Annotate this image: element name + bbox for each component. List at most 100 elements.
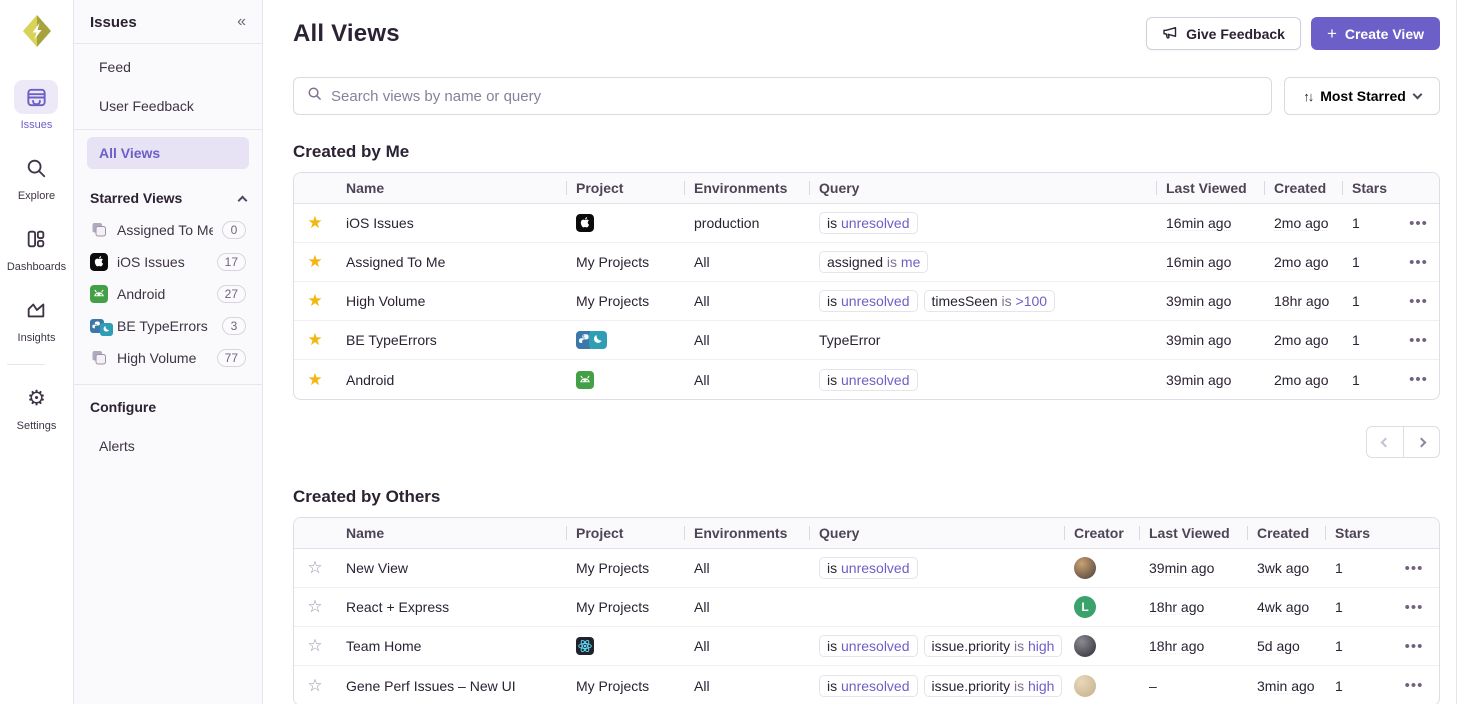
row-actions-menu-button[interactable]: ••• (1396, 371, 1440, 388)
table-row[interactable]: ☆Team HomeAllis unresolvedissue.priority… (294, 627, 1439, 666)
name-cell: iOS Issues (336, 215, 566, 231)
name-cell: BE TypeErrors (336, 332, 566, 348)
star-toggle[interactable]: ☆ (307, 636, 322, 656)
rail-item-settings[interactable]: ⚙Settings (7, 381, 66, 432)
next-page-button[interactable] (1403, 426, 1440, 458)
issues-icon (14, 80, 58, 114)
project-cell (566, 331, 684, 349)
star-toggle[interactable]: ★ (307, 330, 322, 350)
rail-item-explore[interactable]: Explore (7, 151, 66, 202)
create-view-button[interactable]: + Create View (1311, 17, 1440, 50)
starred-view-item[interactable]: iOS Issues17 (87, 246, 249, 278)
row-actions-menu-button[interactable]: ••• (1396, 254, 1440, 271)
view-name-link[interactable]: React + Express (346, 599, 449, 615)
column-header: Name (336, 525, 566, 541)
query-pill: assigned is me (819, 251, 928, 273)
starred-views-header[interactable]: Starred Views (87, 176, 249, 214)
starred-view-item[interactable]: Assigned To Me0 (87, 214, 249, 246)
star-toggle[interactable]: ★ (307, 252, 322, 272)
query-pill: is unresolved (819, 369, 918, 391)
sort-dropdown[interactable]: ↑↓ Most Starred (1284, 77, 1440, 115)
issue-count-badge: 27 (217, 285, 246, 303)
rail-item-issues[interactable]: Issues (7, 80, 66, 131)
table-row[interactable]: ☆React + ExpressMy ProjectsAllL18hr ago4… (294, 588, 1439, 627)
star-toggle[interactable]: ☆ (307, 558, 322, 578)
query-token: is (827, 678, 837, 694)
view-name-link[interactable]: Gene Perf Issues – New UI (346, 678, 516, 694)
stars-count-cell: 1 (1342, 215, 1396, 231)
app-screen: Issues Explore Dashboards Insights ⚙Settings… (0, 0, 1471, 704)
star-toggle[interactable]: ★ (307, 213, 322, 233)
view-name-link[interactable]: Android (346, 372, 394, 388)
previous-page-button[interactable] (1366, 426, 1403, 458)
table-row[interactable]: ☆New ViewMy ProjectsAllis unresolved39mi… (294, 549, 1439, 588)
row-actions-menu-button[interactable]: ••• (1387, 599, 1440, 616)
creator-avatar (1074, 635, 1096, 657)
row-actions-menu-button[interactable]: ••• (1396, 293, 1440, 310)
row-actions-menu-button[interactable]: ••• (1387, 677, 1440, 694)
column-header: Stars (1342, 180, 1396, 196)
starred-view-item[interactable]: BE TypeErrors3 (87, 310, 249, 342)
search-input[interactable] (331, 88, 1258, 105)
created-cell: 5d ago (1247, 638, 1325, 654)
chevron-up-icon (238, 195, 248, 205)
view-name-link[interactable]: iOS Issues (346, 215, 414, 231)
created-value: 3min ago (1257, 678, 1315, 694)
star-toggle[interactable]: ★ (307, 291, 322, 311)
view-name-link[interactable]: BE TypeErrors (346, 332, 437, 348)
created-cell: 2mo ago (1264, 215, 1342, 231)
row-actions-menu-button[interactable]: ••• (1396, 332, 1440, 349)
created-value: 4wk ago (1257, 599, 1309, 615)
view-name-link[interactable]: Assigned To Me (346, 254, 445, 270)
environments-cell: All (684, 254, 809, 270)
stars-count-cell: 1 (1342, 332, 1396, 348)
table-row[interactable]: ★BE TypeErrorsAllTypeError39min ago2mo a… (294, 321, 1439, 360)
table-row[interactable]: ★ Assigned To Me My Projects All assigned is… (294, 243, 1439, 282)
rail-item-insights[interactable]: Insights (7, 293, 66, 344)
column-header: Creator (1064, 525, 1139, 541)
star-toggle[interactable]: ☆ (307, 597, 322, 617)
query-token: unresolved (837, 638, 909, 654)
table-row[interactable]: ★iOS Issuesproductionis unresolved16min … (294, 204, 1439, 243)
query-pill: is unresolved (819, 212, 918, 234)
view-name-link[interactable]: High Volume (346, 293, 425, 309)
sidebar-item-all-views[interactable]: All Views (87, 137, 249, 169)
sentry-logo[interactable] (18, 12, 56, 50)
table-row[interactable]: ★AndroidAllis unresolved39min ago2mo ago… (294, 360, 1439, 399)
row-actions-menu-button[interactable]: ••• (1387, 638, 1440, 655)
project-cell: My Projects (566, 678, 684, 694)
row-actions-menu-button[interactable]: ••• (1396, 215, 1440, 232)
table-header-row: NameProjectEnvironmentsQueryLast ViewedC… (294, 173, 1439, 204)
created-by-me-table: NameProjectEnvironmentsQueryLast ViewedC… (293, 172, 1440, 400)
collapse-sidebar-icon[interactable]: « (237, 13, 246, 31)
stars-count-cell: 1 (1325, 678, 1387, 694)
created-value: 3wk ago (1257, 560, 1309, 576)
star-toggle[interactable]: ★ (307, 370, 322, 390)
stars-count-cell: 1 (1325, 560, 1387, 576)
stacked-views-icon (90, 349, 108, 367)
view-name-link[interactable]: Team Home (346, 638, 421, 654)
starred-view-item[interactable]: Android27 (87, 278, 249, 310)
query-cell: is unresolvedtimesSeen is >100 (809, 290, 1156, 312)
sidebar-item-feed[interactable]: Feed (87, 51, 249, 83)
created-by-me-title: Created by Me (293, 142, 1440, 162)
row-actions-menu-button[interactable]: ••• (1387, 560, 1440, 577)
issues-sidebar: Issues « Feed User Feedback All Views St… (74, 0, 263, 704)
query-pill: issue.priority is high (924, 675, 1063, 697)
starred-view-item[interactable]: High Volume77 (87, 342, 249, 374)
sidebar-item-user-feedback[interactable]: User Feedback (87, 90, 249, 122)
star-cell: ★ (294, 213, 336, 233)
give-feedback-button[interactable]: Give Feedback (1146, 17, 1301, 50)
star-toggle[interactable]: ☆ (307, 676, 322, 696)
project-label: My Projects (576, 254, 649, 270)
table-row[interactable]: ☆Gene Perf Issues – New UIMy ProjectsAll… (294, 666, 1439, 704)
star-cell: ☆ (294, 597, 336, 617)
vertical-scrollbar[interactable] (1456, 0, 1471, 704)
view-name-link[interactable]: New View (346, 560, 408, 576)
project-label: My Projects (576, 293, 649, 309)
sidebar-item-alerts[interactable]: Alerts (87, 430, 249, 462)
table-row[interactable]: ★High VolumeMy ProjectsAllis unresolvedt… (294, 282, 1439, 321)
rail-item-dashboards[interactable]: Dashboards (7, 222, 66, 273)
last-viewed-cell: 39min ago (1156, 332, 1264, 348)
stacked-views-icon (90, 221, 108, 239)
